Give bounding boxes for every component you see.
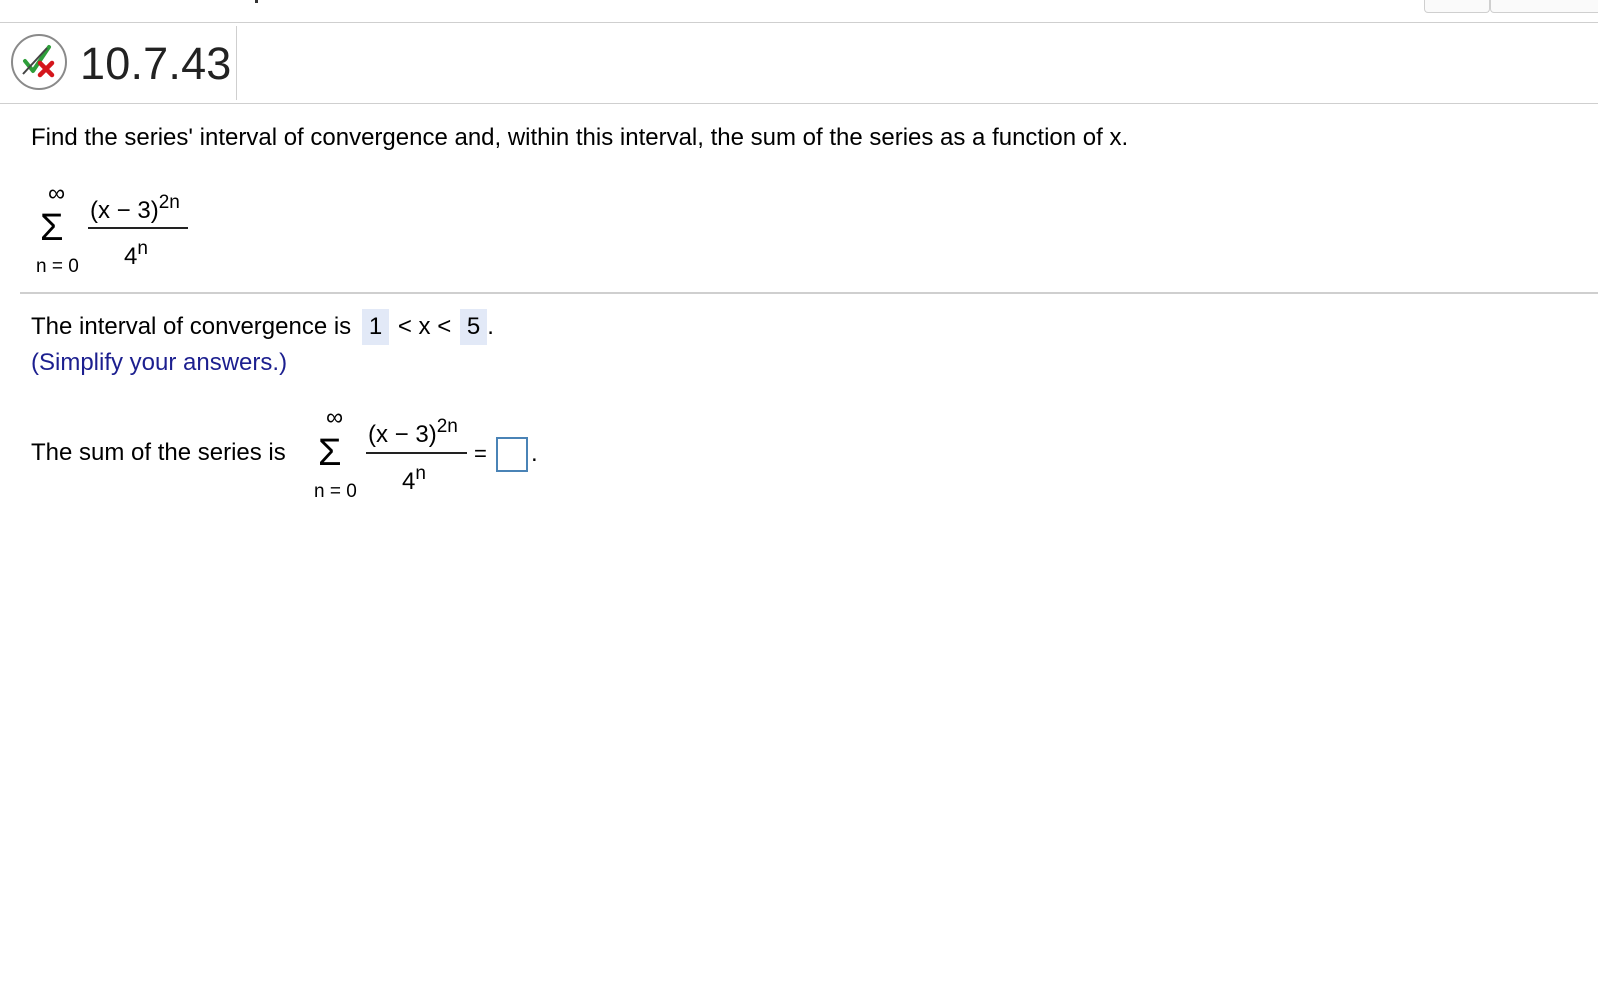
top-toolbar <box>0 0 1598 23</box>
sigma-symbol-2: Σ <box>318 432 342 474</box>
status-icon <box>11 34 67 90</box>
interval-statement: The interval of convergence is 1 < x < 5… <box>31 309 494 345</box>
interval-relation: < x < <box>397 313 452 340</box>
toolbar-tab-right[interactable] <box>1490 0 1598 13</box>
sum-lower-limit: n = 0 <box>36 256 79 277</box>
fraction-bar-2 <box>366 452 467 454</box>
series-numerator: (x − 3)2n <box>90 193 180 225</box>
interval-lower-answer[interactable]: 1 <box>361 309 390 345</box>
denominator-exponent-2: n <box>415 463 426 484</box>
interval-suffix: . <box>487 313 494 340</box>
question-number: 10.7.43 <box>80 38 232 89</box>
header-separator <box>236 26 237 100</box>
sigma-symbol: Σ <box>40 207 64 249</box>
toolbar-mark <box>255 0 258 3</box>
sum-answer-input[interactable] <box>496 437 528 472</box>
denominator-exponent: n <box>137 238 148 259</box>
numerator-exponent: 2n <box>158 192 180 213</box>
series-denominator: 4n <box>124 239 148 271</box>
equals-sign: = <box>474 441 487 466</box>
denominator-base: 4 <box>124 243 138 270</box>
simplify-hint: (Simplify your answers.) <box>31 349 288 376</box>
sum-lower-limit-2: n = 0 <box>314 481 357 502</box>
sum-upper-limit-2: ∞ <box>326 404 344 431</box>
toolbar-tab-left[interactable] <box>1424 0 1490 13</box>
section-divider <box>20 292 1598 294</box>
sum-denominator: 4n <box>402 464 426 496</box>
numerator-base: (x − 3) <box>90 197 159 224</box>
interval-prefix: The interval of convergence is <box>31 313 352 340</box>
numerator-exponent-2: 2n <box>436 416 458 437</box>
sum-suffix: . <box>531 440 538 467</box>
sum-upper-limit: ∞ <box>48 180 66 207</box>
question-prompt: Find the series' interval of convergence… <box>31 124 1129 151</box>
fraction-bar <box>88 227 188 229</box>
numerator-base-2: (x − 3) <box>368 421 437 448</box>
sum-prefix: The sum of the series is <box>31 439 286 466</box>
check-x-icon <box>22 45 55 78</box>
sum-numerator: (x − 3)2n <box>368 417 458 449</box>
interval-upper-answer[interactable]: 5 <box>459 309 488 345</box>
denominator-base-2: 4 <box>402 468 416 495</box>
question-header: 10.7.43 <box>0 24 1598 104</box>
